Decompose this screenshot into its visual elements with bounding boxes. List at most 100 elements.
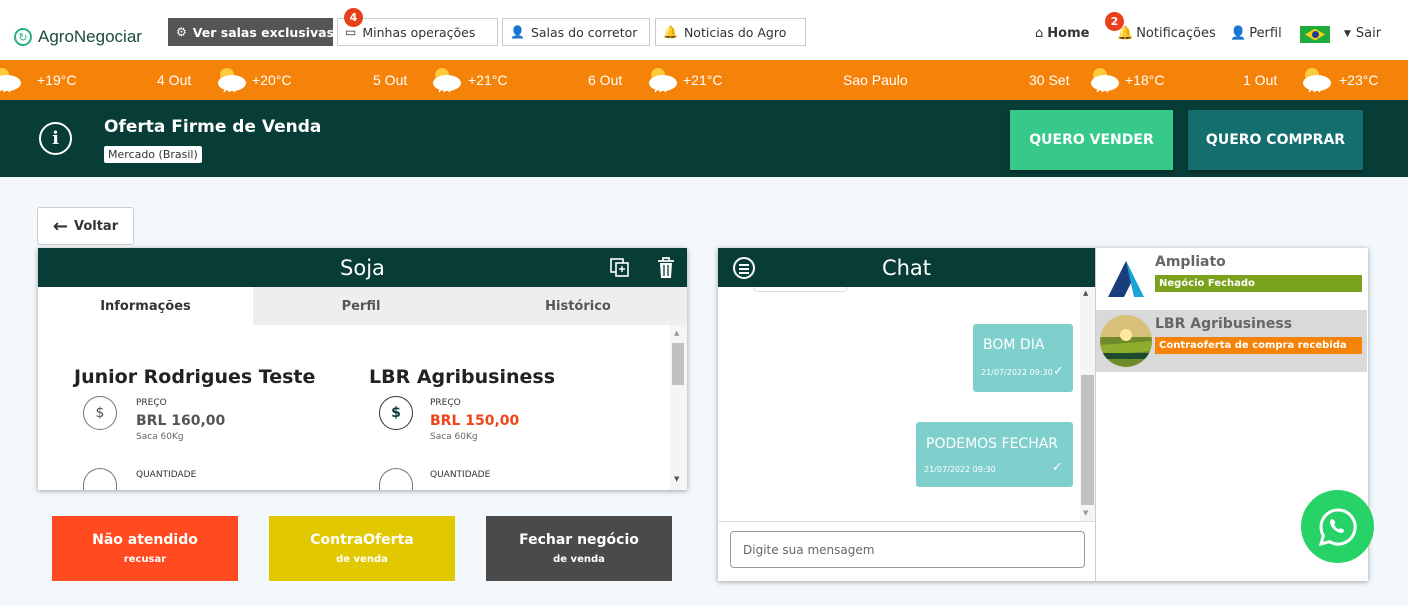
seller-price: BRL 160,00	[136, 413, 226, 429]
logout-label: Sair	[1355, 26, 1382, 41]
message-bubble-partial	[753, 287, 848, 292]
contact-name: LBR Agribusiness	[1155, 316, 1293, 332]
close-deal-sub: de venda	[553, 554, 605, 565]
tab-perfil[interactable]: Perfil	[253, 287, 469, 325]
decline-label: Não atendido	[92, 532, 198, 548]
buyer-price: BRL 150,00	[430, 413, 520, 429]
notifications-label: Notificações	[1136, 26, 1216, 41]
message-text: PODEMOS FECHAR	[926, 436, 1059, 452]
close-deal-button[interactable]: Fechar negócio de venda	[486, 516, 672, 581]
brand-name: AgroNegociar	[38, 27, 142, 46]
broker-rooms-button[interactable]: 👤 Salas do corretor	[502, 18, 650, 46]
counter-offer-label: ContraOferta	[310, 532, 414, 548]
check-icon: ✓	[1052, 460, 1063, 475]
back-label: Voltar	[73, 218, 119, 234]
profile-link[interactable]: 👤 Perfil	[1230, 26, 1282, 41]
info-icon: i	[39, 122, 72, 155]
ticker-date: 6 Out	[588, 72, 623, 88]
dollar-icon: $	[83, 396, 117, 430]
exclusive-rooms-button[interactable]: ⚙ Ver salas exclusivas	[168, 18, 335, 46]
buy-button[interactable]: QUERO COMPRAR	[1188, 110, 1363, 170]
tab-informacoes[interactable]: Informações	[38, 287, 253, 325]
cloud-sun-icon	[1091, 68, 1119, 93]
product-header: Soja	[38, 248, 687, 287]
ticker-date: 5 Out	[373, 72, 408, 88]
chat-scrollbar[interactable]: ▲ ▼	[1080, 287, 1095, 521]
contact-item[interactable]: Ampliato Negócio Fechado	[1096, 248, 1367, 310]
buyer-name: LBR Agribusiness	[369, 366, 556, 388]
caret-icon: ▼	[1344, 28, 1351, 39]
broker-rooms-label: Salas do corretor	[530, 24, 638, 40]
contact-name: Ampliato	[1155, 254, 1226, 270]
notifications-link[interactable]: 🔔 Notificações	[1117, 26, 1216, 41]
quantity-icon	[83, 468, 117, 490]
arrow-left-icon: ←	[52, 215, 68, 237]
ticker-temp: +20°C	[252, 72, 292, 88]
logout-link[interactable]: ▼ Sair	[1344, 26, 1381, 41]
bell-icon: 🔔	[663, 25, 678, 39]
operations-badge: 4	[344, 8, 363, 27]
product-scrollbar[interactable]: ▲ ▼	[670, 325, 687, 490]
seller-name: Junior Rodrigues Teste	[74, 366, 316, 388]
chat-message: PODEMOS FECHAR 21/07/2022 09:30 ✓	[916, 422, 1073, 487]
ticker-date: 4 Out	[157, 72, 192, 88]
quantity-label: QUANTIDADE	[136, 470, 197, 480]
exclusive-rooms-label: Ver salas exclusivas	[192, 24, 335, 40]
check-icon: ✓	[1053, 364, 1064, 379]
close-deal-label: Fechar negócio	[519, 532, 639, 548]
counter-offer-button[interactable]: ContraOferta de venda	[269, 516, 455, 581]
home-icon: ⌂	[1035, 26, 1044, 41]
profile-label: Perfil	[1249, 26, 1282, 41]
trash-icon[interactable]	[656, 257, 676, 279]
menu-icon[interactable]	[733, 257, 755, 279]
quantity-icon	[379, 468, 413, 490]
contact-status: Contraoferta de compra recebida	[1155, 337, 1362, 354]
back-button[interactable]: ← Voltar	[37, 207, 134, 245]
news-button[interactable]: 🔔 Noticias do Agro	[655, 18, 806, 46]
cloud-sun-icon	[433, 68, 461, 93]
cloud-sun-icon	[218, 68, 246, 93]
copy-icon[interactable]	[610, 258, 630, 278]
dollar-icon: $	[379, 396, 413, 430]
decline-button[interactable]: Não atendido recusar	[52, 516, 238, 581]
leaf-icon: ↻	[14, 28, 32, 46]
ticker-city: Sao Paulo	[843, 72, 908, 88]
ticker-date: 1 Out	[1243, 72, 1278, 88]
cloud-sun-icon	[1303, 68, 1331, 93]
ticker-temp: +19°C	[37, 72, 77, 88]
brazil-flag-icon[interactable]	[1300, 26, 1330, 43]
price-label: PREÇO	[430, 398, 461, 408]
whatsapp-button[interactable]	[1301, 490, 1374, 563]
price-unit: Saca 60Kg	[136, 432, 184, 442]
avatar	[1100, 315, 1152, 367]
sell-button[interactable]: QUERO VENDER	[1010, 110, 1173, 170]
avatar	[1100, 253, 1152, 305]
product-title: Soja	[340, 255, 385, 280]
gear-icon: ⚙	[176, 25, 187, 39]
brand-logo[interactable]: ↻ AgroNegociar	[14, 27, 142, 47]
users-icon: 👤	[510, 25, 525, 39]
market-tag: Mercado (Brasil)	[104, 146, 202, 163]
message-time: 21/07/2022 09:30	[981, 368, 1053, 377]
chat-panel: Chat BOM DIA 21/07/2022 09:30 ✓ PODEMOS …	[718, 248, 1368, 581]
cloud-sun-icon	[649, 68, 677, 93]
counter-offer-sub: de venda	[336, 554, 388, 565]
message-input[interactable]: Digite sua mensagem	[730, 531, 1085, 568]
quantity-label: QUANTIDADE	[430, 470, 491, 480]
inbox-icon: ▭	[345, 25, 357, 39]
chat-title: Chat	[881, 255, 932, 280]
news-label: Noticias do Agro	[683, 24, 787, 40]
chat-message: BOM DIA 21/07/2022 09:30 ✓	[973, 324, 1073, 392]
message-time: 21/07/2022 09:30	[924, 465, 996, 474]
price-unit: Saca 60Kg	[430, 432, 478, 442]
tab-historico[interactable]: Histórico	[469, 287, 687, 325]
contact-item[interactable]: LBR Agribusiness Contraoferta de compra …	[1096, 310, 1367, 372]
product-card: Soja Informações Perfil Histórico Junior…	[38, 248, 687, 490]
contact-status: Negócio Fechado	[1155, 275, 1362, 292]
user-icon: 👤	[1230, 26, 1247, 41]
home-label: Home	[1047, 26, 1090, 41]
decline-sub: recusar	[123, 554, 167, 565]
home-link[interactable]: ⌂ Home	[1035, 26, 1089, 41]
ticker-temp: +23°C	[1339, 72, 1379, 88]
product-tabs: Informações Perfil Histórico	[38, 287, 687, 325]
